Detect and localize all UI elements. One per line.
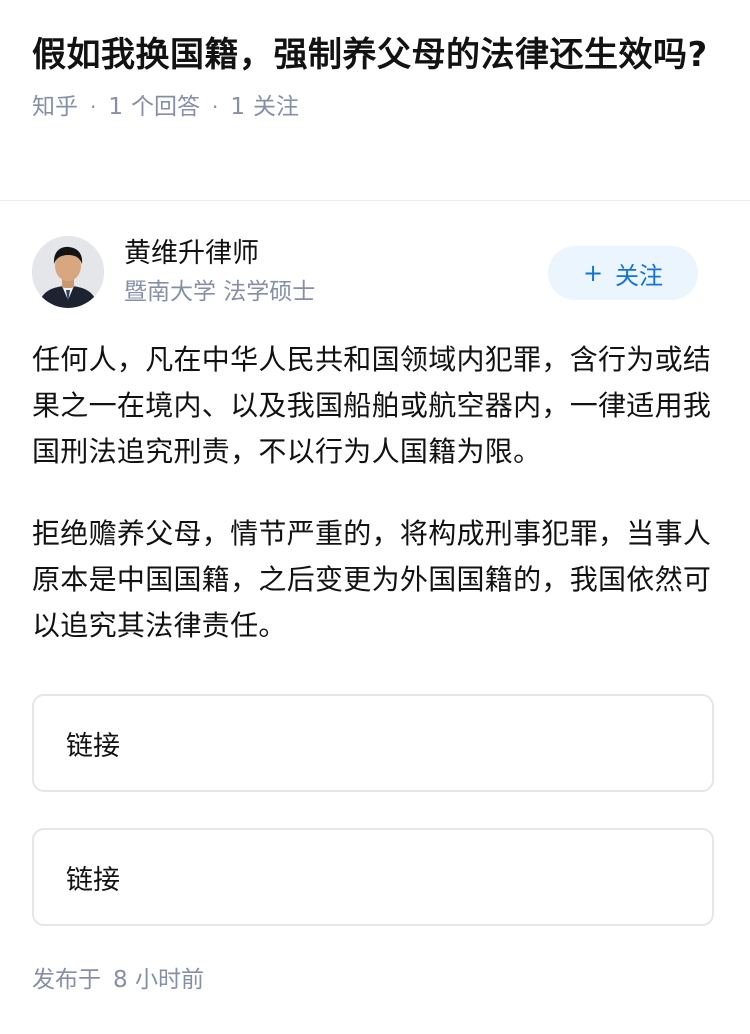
separator-dot: · bbox=[90, 95, 97, 119]
author-description: 暨南大学 法学硕士 bbox=[124, 279, 316, 305]
publish-time: 发布于 8 小时前 bbox=[32, 962, 204, 998]
source-label[interactable]: 知乎 bbox=[32, 90, 78, 124]
answer-content: 任何人，凡在中华人民共和国领域内犯罪，含行为或结果之一在境内、以及我国船舶或航空… bbox=[32, 337, 712, 649]
link-card-label: 链接 bbox=[66, 730, 120, 762]
link-card-label: 链接 bbox=[66, 864, 120, 896]
author-row: 黄维升律师 暨南大学 法学硕士 + 关注 bbox=[32, 236, 698, 308]
answer-paragraph: 任何人，凡在中华人民共和国领域内犯罪，含行为或结果之一在境内、以及我国船舶或航空… bbox=[32, 343, 712, 468]
question-meta: 知乎 · 1 个回答 · 1 关注 bbox=[32, 90, 718, 124]
link-card[interactable]: 链接 bbox=[32, 828, 714, 926]
link-card[interactable]: 链接 bbox=[32, 694, 714, 792]
header-divider bbox=[0, 200, 750, 201]
answer-count: 1 bbox=[108, 94, 123, 120]
follower-count: 1 bbox=[230, 94, 245, 120]
answer-paragraph: 拒绝赡养父母，情节严重的，将构成刑事犯罪，当事人原本是中国国籍，之后变更为外国国… bbox=[32, 517, 712, 642]
question-title[interactable]: 假如我换国籍，强制养父母的法律还生效吗? bbox=[32, 30, 718, 80]
avatar[interactable] bbox=[32, 236, 104, 308]
publish-prefix: 发布于 bbox=[32, 967, 101, 993]
separator-dot: · bbox=[212, 95, 219, 119]
publish-time-value: 8 小时前 bbox=[113, 967, 204, 993]
follow-button-label: 关注 bbox=[615, 261, 664, 290]
plus-icon: + bbox=[582, 259, 604, 287]
question-header: 假如我换国籍，强制养父母的法律还生效吗? 知乎 · 1 个回答 · 1 关注 bbox=[0, 0, 750, 124]
avatar-portrait-icon bbox=[32, 236, 104, 308]
author-name[interactable]: 黄维升律师 bbox=[124, 236, 315, 272]
answer-page: 假如我换国籍，强制养父母的法律还生效吗? 知乎 · 1 个回答 · 1 关注 黄… bbox=[0, 0, 750, 1034]
follower-count-label: 关注 bbox=[253, 94, 299, 120]
answer-count-label: 个回答 bbox=[131, 94, 200, 120]
follow-button[interactable]: + 关注 bbox=[548, 246, 698, 300]
author-info: 黄维升律师 暨南大学 法学硕士 bbox=[124, 236, 315, 308]
